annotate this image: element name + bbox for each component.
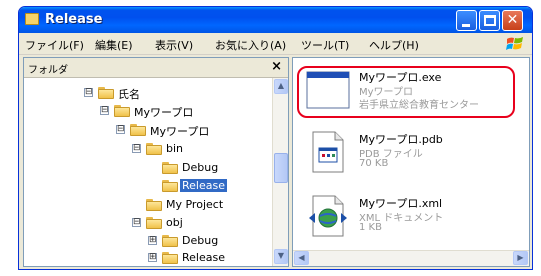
tree-node-label: obj xyxy=(166,216,183,229)
folders-pane-header: フォルダ × xyxy=(24,58,288,78)
tree-node[interactable]: ⊟ obj xyxy=(24,215,264,231)
close-button[interactable]: ✕ xyxy=(502,10,523,31)
explorer-window: Release ✕ ファイル(F) 編集(E) 表示(V) お気に入り(A) ツ… xyxy=(18,6,533,270)
title-bar[interactable]: Release ✕ xyxy=(19,7,532,33)
collapse-icon[interactable]: ⊟ xyxy=(132,218,141,227)
close-icon: ✕ xyxy=(506,12,519,28)
file-size: 70 KB xyxy=(359,158,389,169)
folder-icon xyxy=(162,252,178,264)
tree-node-selected[interactable]: Release xyxy=(24,178,264,194)
scroll-thumb[interactable] xyxy=(274,153,288,183)
xml-file-icon[interactable] xyxy=(305,194,351,238)
folder-open-icon xyxy=(162,180,178,192)
folders-pane-title: フォルダ xyxy=(28,65,68,76)
expand-icon[interactable]: ⊞ xyxy=(148,253,157,262)
tree-node-label: Debug xyxy=(182,234,219,247)
collapse-icon[interactable]: ⊟ xyxy=(116,125,125,134)
minimize-icon xyxy=(462,24,470,27)
tree-node-label: Debug xyxy=(182,161,219,174)
tree-node[interactable]: ⊟ Myワープロ xyxy=(24,122,264,138)
folder-icon xyxy=(146,199,162,211)
folder-icon xyxy=(25,13,39,25)
close-pane-button[interactable]: × xyxy=(271,59,282,74)
folder-tree-pane: フォルダ × ⊟ 氏名 ⊟ Myワープロ ⊟ Myワープロ ⊟ bin Debu… xyxy=(23,57,289,267)
tree-node-label: Release xyxy=(182,251,225,264)
menu-file[interactable]: ファイル(F) xyxy=(25,37,84,53)
tree-node[interactable]: ⊟ 氏名 xyxy=(24,85,264,101)
tree-node-label: Myワープロ xyxy=(134,106,194,119)
minimize-button[interactable] xyxy=(456,10,477,31)
folder-icon xyxy=(146,217,162,229)
folder-icon xyxy=(114,105,130,117)
scroll-right-button[interactable]: ▶ xyxy=(513,251,528,265)
menu-help[interactable]: ヘルプ(H) xyxy=(369,37,419,53)
folder-icon xyxy=(98,87,114,99)
windows-logo-icon xyxy=(506,37,523,50)
tree-node-label: Myワープロ xyxy=(150,125,210,138)
exe-window-icon[interactable] xyxy=(305,68,351,112)
menu-tools[interactable]: ツール(T) xyxy=(301,37,349,53)
menu-edit[interactable]: 編集(E) xyxy=(95,37,133,53)
tree-node[interactable]: ⊟ Myワープロ xyxy=(24,103,264,119)
menu-view[interactable]: 表示(V) xyxy=(155,37,193,53)
folder-icon xyxy=(162,235,178,247)
tree-node-label: My Project xyxy=(166,198,224,211)
menu-favorites[interactable]: お気に入り(A) xyxy=(215,37,286,53)
file-list-pane: Myワープロ.exe Myワープロ 岩手県立総合教育センター Myワープロ.pd… xyxy=(292,57,530,267)
tree-node[interactable]: ⊞ Release xyxy=(24,250,264,266)
tree-node[interactable]: ⊞ Debug xyxy=(24,233,264,249)
tree-node[interactable]: My Project xyxy=(24,197,264,213)
menu-bar: ファイル(F) 編集(E) 表示(V) お気に入り(A) ツール(T) ヘルプ(… xyxy=(19,33,532,55)
scroll-left-button[interactable]: ◀ xyxy=(294,251,309,265)
file-size: 1 KB xyxy=(359,222,382,233)
scroll-up-button[interactable]: ▲ xyxy=(274,79,288,94)
tree-node-label: Release xyxy=(180,179,227,192)
file-list-horizontal-scrollbar[interactable]: ◀ ▶ xyxy=(293,250,529,266)
expand-icon[interactable]: ⊞ xyxy=(148,236,157,245)
collapse-icon[interactable]: ⊟ xyxy=(100,106,109,115)
folder-icon xyxy=(130,124,146,136)
collapse-icon[interactable]: ⊟ xyxy=(84,88,93,97)
maximize-button[interactable] xyxy=(479,10,500,31)
scroll-down-button[interactable]: ▼ xyxy=(274,249,288,264)
tree-vertical-scrollbar[interactable]: ▲ ▼ xyxy=(272,78,288,266)
tree-node[interactable]: ⊟ bin xyxy=(24,141,264,157)
collapse-icon[interactable]: ⊟ xyxy=(132,144,141,153)
tree-node[interactable]: Debug xyxy=(24,160,264,176)
tree-node-label: bin xyxy=(166,142,184,155)
folder-icon xyxy=(162,162,178,174)
pdb-file-icon[interactable] xyxy=(305,130,351,174)
maximize-icon xyxy=(484,15,496,26)
tree-node-label: 氏名 xyxy=(118,88,140,101)
file-company: 岩手県立総合教育センター xyxy=(359,100,479,111)
folder-icon xyxy=(146,143,162,155)
window-title: Release xyxy=(45,12,103,27)
